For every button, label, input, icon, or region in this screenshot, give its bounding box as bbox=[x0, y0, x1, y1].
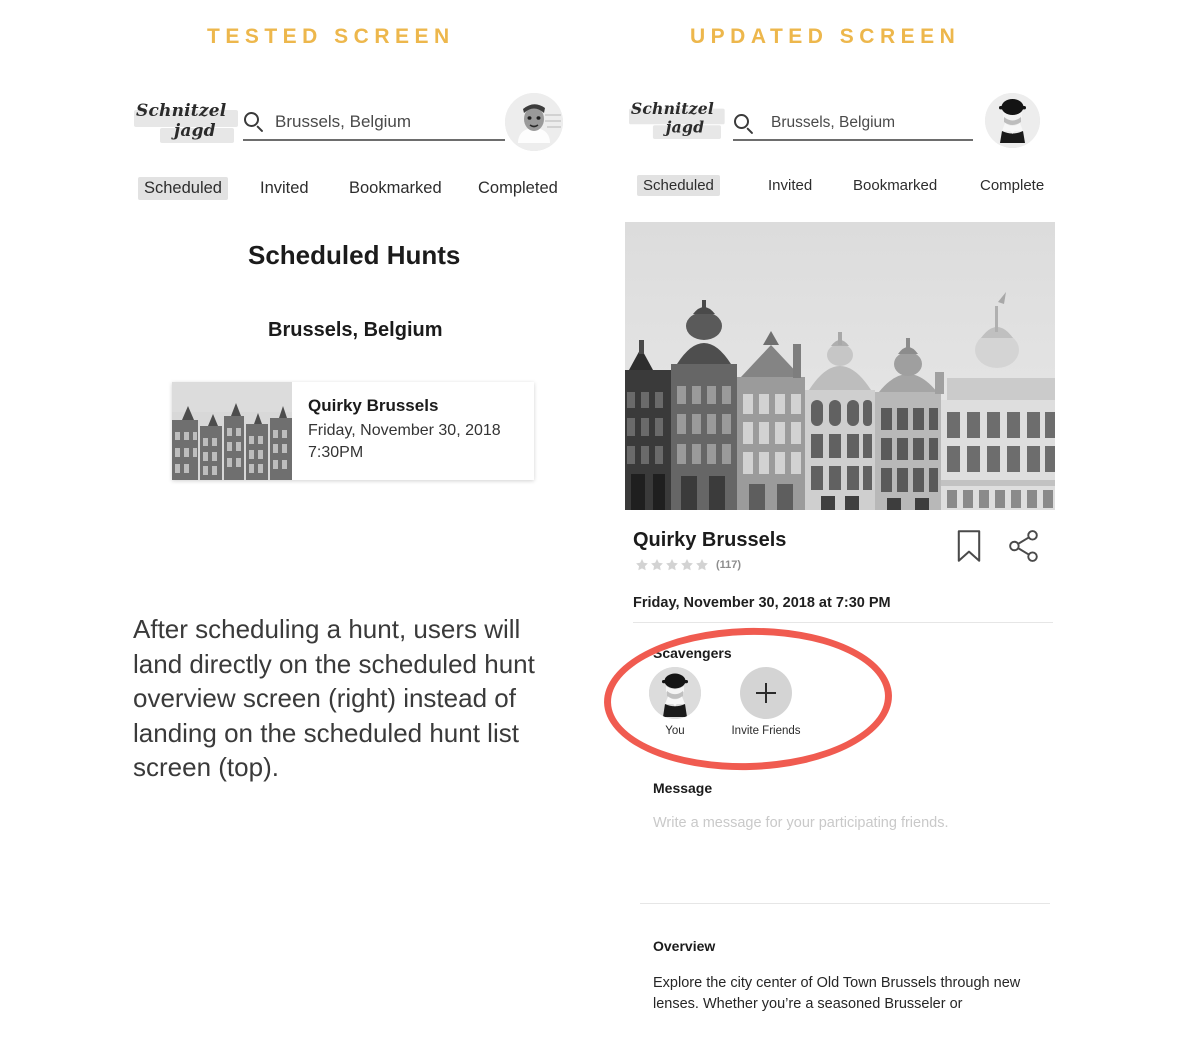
rating: (117) bbox=[635, 558, 741, 572]
location-heading: Brussels, Belgium bbox=[268, 319, 443, 341]
avatar[interactable] bbox=[985, 93, 1040, 148]
tab-bookmarked[interactable]: Bookmarked bbox=[349, 179, 442, 198]
star-icon bbox=[666, 559, 678, 571]
updated-screen-mockup: Schnitzel jagd Brussels, Belgium Schedul… bbox=[625, 85, 1075, 1050]
star-icon bbox=[696, 559, 708, 571]
brussels-grand-place-image bbox=[625, 222, 1055, 510]
star-icon bbox=[681, 559, 693, 571]
tab-completed[interactable]: Complete bbox=[980, 177, 1044, 194]
app-logo[interactable]: Schnitzel jagd bbox=[134, 93, 244, 151]
tab-scheduled[interactable]: Scheduled bbox=[138, 177, 228, 200]
star-icon bbox=[651, 559, 663, 571]
logo-word-2: jagd bbox=[174, 121, 216, 141]
search-underline bbox=[733, 139, 973, 141]
detective-avatar-icon bbox=[985, 93, 1040, 148]
hunt-card[interactable]: Quirky Brussels Friday, November 30, 201… bbox=[172, 382, 534, 480]
tab-bookmarked[interactable]: Bookmarked bbox=[853, 177, 937, 194]
hunt-detail-title: Quirky Brussels bbox=[633, 529, 787, 551]
user-avatar-icon bbox=[505, 93, 563, 151]
search-bar[interactable]: Brussels, Belgium bbox=[733, 109, 973, 143]
rating-count: (117) bbox=[716, 559, 742, 571]
tested-screen-mockup: Schnitzel jagd Brussels, Belgium Schedul… bbox=[130, 85, 580, 525]
divider bbox=[640, 903, 1050, 904]
hunt-card-meta: Quirky Brussels Friday, November 30, 201… bbox=[292, 382, 501, 480]
brussels-thumbnail-image bbox=[172, 382, 292, 480]
search-icon bbox=[243, 111, 265, 133]
logo-word-1: Schnitzel bbox=[630, 100, 714, 119]
hunt-name: Quirky Brussels bbox=[308, 396, 439, 415]
divider bbox=[633, 622, 1053, 623]
hunt-date: Friday, November 30, 2018 bbox=[308, 422, 501, 439]
annotation-note: After scheduling a hunt, users will land… bbox=[133, 614, 535, 783]
tab-invited[interactable]: Invited bbox=[260, 179, 309, 198]
hunt-thumbnail bbox=[172, 382, 292, 480]
tested-screen-heading: TESTED SCREEN bbox=[207, 25, 455, 48]
search-input[interactable]: Brussels, Belgium bbox=[275, 112, 411, 132]
tab-bar: Scheduled Invited Bookmarked Complete bbox=[625, 175, 1075, 203]
tab-scheduled[interactable]: Scheduled bbox=[637, 175, 720, 196]
bookmark-icon bbox=[957, 530, 981, 562]
logo-word-2: jagd bbox=[665, 118, 705, 138]
comparison-page: TESTED SCREEN UPDATED SCREEN Schnitzel j… bbox=[0, 0, 1200, 1052]
search-input[interactable]: Brussels, Belgium bbox=[771, 114, 895, 132]
tab-bar: Scheduled Invited Bookmarked Completed bbox=[130, 177, 580, 207]
overview-label: Overview bbox=[653, 938, 716, 954]
overview-text: Explore the city center of Old Town Brus… bbox=[653, 975, 1021, 1013]
message-label: Message bbox=[653, 780, 713, 796]
star-icon bbox=[636, 559, 648, 571]
share-button[interactable] bbox=[1008, 529, 1040, 563]
hunt-time: 7:30PM bbox=[308, 444, 364, 461]
avatar[interactable] bbox=[505, 93, 563, 151]
app-logo[interactable]: Schnitzel jagd bbox=[629, 93, 730, 146]
bookmark-button[interactable] bbox=[955, 529, 983, 563]
tab-completed[interactable]: Completed bbox=[478, 179, 558, 198]
page-title: Scheduled Hunts bbox=[248, 240, 461, 270]
search-icon bbox=[733, 113, 755, 135]
hunt-datetime: Friday, November 30, 2018 at 7:30 PM bbox=[633, 595, 891, 611]
hero-image bbox=[625, 222, 1055, 510]
tab-invited[interactable]: Invited bbox=[768, 177, 812, 194]
search-underline bbox=[243, 139, 505, 141]
updated-screen-heading: UPDATED SCREEN bbox=[690, 25, 961, 48]
search-bar[interactable]: Brussels, Belgium bbox=[243, 107, 505, 143]
message-input[interactable]: Write a message for your participating f… bbox=[653, 815, 949, 831]
logo-word-1: Schnitzel bbox=[136, 101, 227, 121]
share-icon bbox=[1009, 530, 1038, 562]
